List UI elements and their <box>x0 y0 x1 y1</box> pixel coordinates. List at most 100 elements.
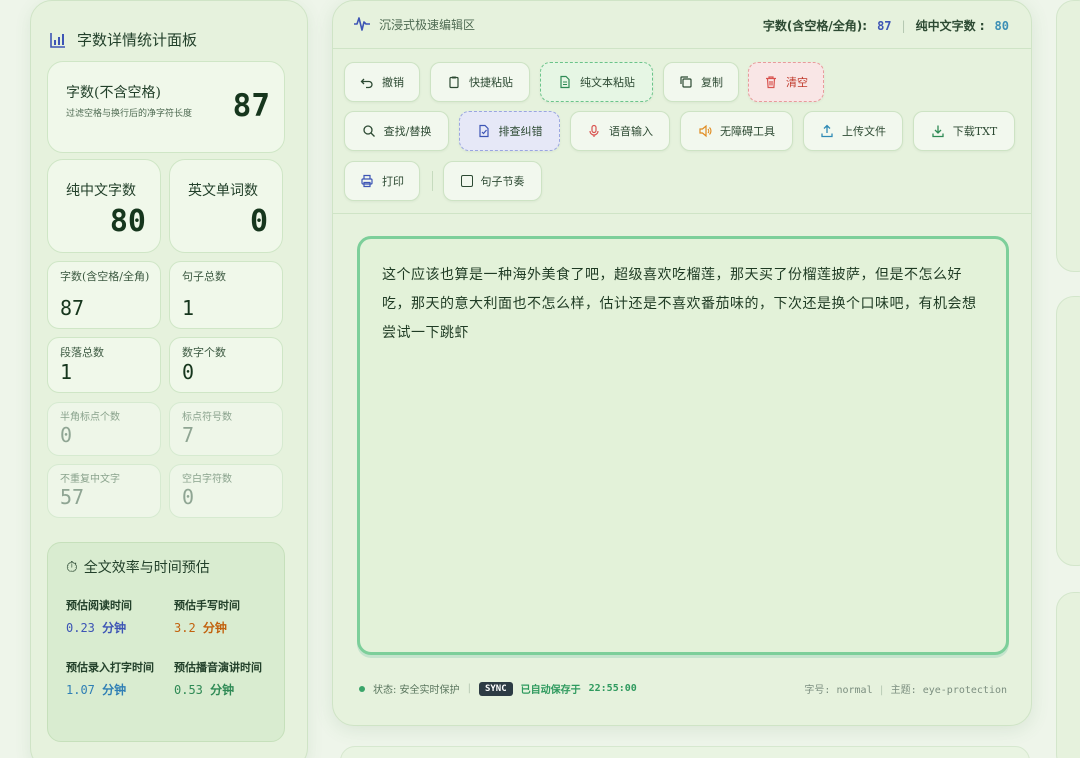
stat-label: 数字个数 <box>182 346 226 359</box>
efficiency-title: ⏱ 全文效率与时间预估 <box>66 557 210 577</box>
microphone-icon <box>589 124 599 137</box>
plain-paste-label: 纯文本粘贴 <box>580 76 635 89</box>
sidebar-title: 字数详情统计面板 <box>49 29 197 50</box>
stat-value: 7 <box>182 423 195 447</box>
trash-icon <box>766 76 776 89</box>
upload-icon <box>821 124 833 138</box>
accessibility-label: 无障碍工具 <box>720 125 775 138</box>
footer-divider: | <box>467 683 471 694</box>
main-stat-card: 字数(不含空格) 过滤空格与换行后的净字符长度 87 <box>47 61 285 153</box>
stat-label: 标点符号数 <box>182 412 232 423</box>
main-stat-value: 87 <box>232 88 270 124</box>
sync-badge: SYNC <box>478 681 513 696</box>
header-chars-label: 字数(含空格/全角): <box>762 19 868 33</box>
stat-card: 字数(含空格/全角) 87 <box>47 261 161 329</box>
stat-label: 空白字符数 <box>182 474 232 485</box>
typing-time-value: 1.07 分钟 <box>66 683 127 697</box>
efficiency-card: ⏱ 全文效率与时间预估 预估阅读时间 0.23 分钟 预估手写时间 3.2 分钟… <box>47 542 285 742</box>
stat-card: 不重复中文字 57 <box>47 464 161 518</box>
plain-paste-button[interactable]: 纯文本粘贴 <box>540 62 653 102</box>
typing-time-label: 预估录入打字时间 <box>66 661 154 674</box>
font-size-text: 字号: normal <box>804 685 873 696</box>
stat-label: 句子总数 <box>182 270 226 283</box>
bar-chart-icon <box>50 32 65 48</box>
quick-paste-label: 快捷粘贴 <box>469 76 513 89</box>
speech-time: 预估播音演讲时间 0.53 分钟 <box>174 659 270 698</box>
english-words-value: 0 <box>249 204 268 239</box>
undo-icon <box>360 78 373 89</box>
stat-value: 0 <box>182 485 195 509</box>
header-stats: 字数(含空格/全角): 87 | 纯中文字数 : 80 <box>763 17 1009 34</box>
stat-label: 字数(含空格/全角) <box>60 270 150 283</box>
voice-input-button[interactable]: 语音输入 <box>570 111 670 151</box>
download-label: 下载TXT <box>952 125 998 138</box>
right-panel-middle <box>1056 296 1080 566</box>
stat-value: 0 <box>182 360 195 384</box>
print-label: 打印 <box>382 175 404 188</box>
check-typo-button[interactable]: 排查纠错 <box>459 111 560 151</box>
header-chinese-value: 80 <box>994 18 1009 33</box>
main-stat-label: 字数(不含空格) <box>66 85 161 101</box>
saved-time: 22:55:00 <box>588 683 637 694</box>
text-editor[interactable]: 这个应该也算是一种海外美食了吧，超级喜欢吃榴莲，那天买了份榴莲披萨，但是不怎么好… <box>357 236 1009 655</box>
pure-chinese-label: 纯中文字数 <box>66 183 136 199</box>
pure-chinese-card: 纯中文字数 80 <box>47 159 161 253</box>
handwriting-time-value: 3.2 分钟 <box>174 621 227 635</box>
check-typo-label: 排查纠错 <box>498 125 543 138</box>
stat-label: 半角标点个数 <box>60 412 120 423</box>
copy-label: 复制 <box>701 76 723 89</box>
voice-input-label: 语音输入 <box>609 125 653 138</box>
sentence-rhythm-toggle[interactable]: 句子节奏 <box>443 161 542 201</box>
download-button[interactable]: 下载TXT <box>913 111 1015 151</box>
stopwatch-icon: ⏱ <box>66 558 78 576</box>
find-replace-label: 查找/替换 <box>383 125 432 138</box>
checkbox-icon <box>460 175 473 187</box>
speaker-icon <box>699 124 712 138</box>
clear-button[interactable]: 清空 <box>748 62 824 102</box>
stat-value: 87 <box>60 296 85 320</box>
copy-button[interactable]: 复制 <box>663 62 739 102</box>
status-dot-icon <box>359 685 365 692</box>
stat-value: 1 <box>182 296 195 320</box>
handwriting-time-label: 预估手写时间 <box>174 599 240 612</box>
toolbar-bottom-divider <box>333 213 1031 214</box>
download-icon <box>932 125 944 138</box>
header-chars-value: 87 <box>877 18 892 33</box>
printer-icon <box>361 174 373 188</box>
editor-header: 沉浸式极速编辑区 字数(含空格/全角): 87 | 纯中文字数 : 80 <box>333 1 1031 49</box>
undo-button[interactable]: 撤销 <box>344 62 420 102</box>
saved-text: 已自动保存于 <box>520 685 581 696</box>
stat-card: 标点符号数 7 <box>169 402 283 456</box>
editor-brand-text: 沉浸式极速编辑区 <box>379 17 476 32</box>
upload-label: 上传文件 <box>842 125 886 138</box>
clipboard-icon <box>449 76 459 89</box>
sidebar-title-text: 字数详情统计面板 <box>77 31 198 49</box>
undo-label: 撤销 <box>382 76 404 89</box>
editor-meta: 字号: normal | 主题: eye-protection <box>804 681 1007 696</box>
right-panel-bottom <box>1056 592 1080 758</box>
sentence-rhythm-label: 句子节奏 <box>480 175 525 188</box>
stat-value: 1 <box>60 360 73 384</box>
upload-button[interactable]: 上传文件 <box>803 111 903 151</box>
speech-time-value: 0.53 分钟 <box>174 683 235 697</box>
stat-label: 段落总数 <box>60 346 104 359</box>
typing-time: 预估录入打字时间 1.07 分钟 <box>66 659 162 698</box>
print-button[interactable]: 打印 <box>344 161 420 201</box>
find-replace-button[interactable]: 查找/替换 <box>344 111 449 151</box>
stats-sidebar: 字数详情统计面板 字数(不含空格) 过滤空格与换行后的净字符长度 87 纯中文字… <box>30 0 308 758</box>
clear-label: 清空 <box>786 76 808 89</box>
stat-card: 段落总数 1 <box>47 337 161 393</box>
theme-text: 主题: eye-protection <box>890 685 1007 696</box>
pulse-icon <box>354 17 370 31</box>
speech-time-label: 预估播音演讲时间 <box>174 661 262 674</box>
header-chinese-label: 纯中文字数 : <box>915 19 985 33</box>
reading-time-value: 0.23 分钟 <box>66 621 127 635</box>
reading-time: 预估阅读时间 0.23 分钟 <box>66 597 166 636</box>
file-check-icon <box>478 124 489 138</box>
header-divider: | <box>901 18 906 33</box>
file-text-icon <box>560 75 570 89</box>
handwriting-time: 预估手写时间 3.2 分钟 <box>174 597 274 636</box>
accessibility-button[interactable]: 无障碍工具 <box>680 111 793 151</box>
quick-paste-button[interactable]: 快捷粘贴 <box>430 62 530 102</box>
main-stat-sub: 过滤空格与换行后的净字符长度 <box>66 109 193 119</box>
